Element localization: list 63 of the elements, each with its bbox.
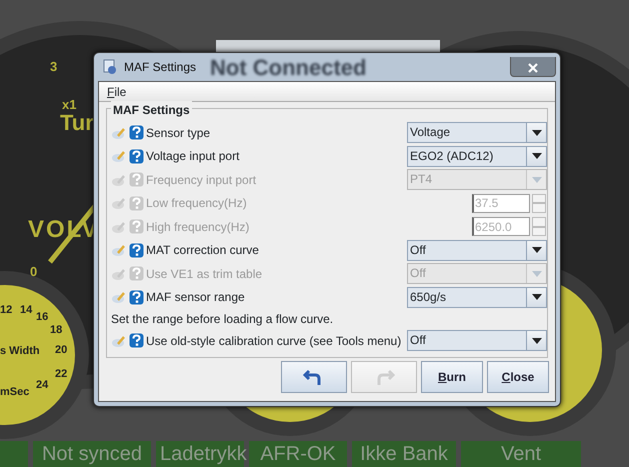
gauge-number: 3 bbox=[50, 60, 58, 73]
dropdown[interactable]: Off bbox=[407, 330, 547, 352]
menu-item[interactable]: File bbox=[105, 82, 128, 100]
field-label: Low frequency(Hz) bbox=[146, 195, 247, 212]
gauge-number: 20 bbox=[55, 345, 68, 356]
window-title: MAF Settings bbox=[124, 59, 196, 76]
undo-button[interactable] bbox=[281, 361, 347, 393]
gauge-label: s Width bbox=[0, 346, 40, 357]
help-icon[interactable] bbox=[129, 148, 144, 164]
group-title: MAF Settings bbox=[111, 101, 192, 119]
status-cell: AFR-OK bbox=[249, 441, 347, 467]
app-icon bbox=[102, 59, 118, 75]
pencil-icon bbox=[111, 172, 127, 187]
pencil-icon bbox=[111, 196, 127, 210]
field-label: Frequency input port bbox=[146, 172, 256, 189]
pencil-icon bbox=[111, 126, 127, 140]
status-cell bbox=[0, 441, 28, 467]
gauge-label: mSec bbox=[0, 387, 30, 398]
field-label: High frequency(Hz) bbox=[146, 218, 250, 236]
gauge-number: 16 bbox=[36, 312, 48, 323]
close-icon bbox=[528, 62, 538, 73]
dialog-button[interactable]: Burn bbox=[421, 361, 483, 393]
status-cell: Vent bbox=[461, 441, 581, 467]
status-cell: Not synced bbox=[33, 441, 151, 467]
caret-icon bbox=[532, 130, 542, 136]
help-icon[interactable] bbox=[129, 125, 144, 140]
hint-text: Set the range before loading a flow curve. bbox=[111, 311, 334, 328]
gauge-number: 12 bbox=[0, 305, 12, 316]
gauge-number: 22 bbox=[55, 369, 68, 380]
gauge-number: 14 bbox=[20, 305, 32, 316]
help-icon[interactable] bbox=[129, 333, 144, 348]
gauge-number: 24 bbox=[36, 380, 48, 391]
field-label: Use VE1 as trim table bbox=[146, 266, 262, 283]
caret-icon bbox=[532, 176, 542, 183]
pencil-icon bbox=[111, 220, 127, 234]
field-label: Voltage input port bbox=[146, 148, 240, 166]
pencil-icon bbox=[111, 290, 127, 304]
pencil-icon bbox=[111, 334, 127, 348]
banner-text: Not Connected bbox=[210, 54, 366, 82]
pencil-icon bbox=[111, 243, 127, 258]
gauge-number: 18 bbox=[50, 325, 62, 336]
gauge-number: x1 bbox=[62, 98, 76, 111]
pencil-icon bbox=[111, 266, 127, 281]
gauge-number: 0 bbox=[30, 265, 38, 278]
caret-icon bbox=[532, 247, 542, 254]
help-icon[interactable] bbox=[129, 242, 144, 258]
status-cell: Ikke Bank bbox=[352, 441, 456, 467]
caret-icon bbox=[532, 153, 542, 160]
dropdown[interactable]: 650g/s bbox=[407, 286, 547, 308]
gauge-label: Tur bbox=[60, 112, 94, 134]
field-label: Sensor type bbox=[146, 124, 210, 142]
field-label: MAT correction curve bbox=[146, 242, 259, 260]
dialog-button[interactable]: Close bbox=[487, 361, 549, 393]
field-label: MAF sensor range bbox=[146, 289, 245, 306]
pencil-icon bbox=[111, 149, 127, 164]
caret-icon bbox=[532, 338, 542, 344]
field-label: Use old-style calibration curve (see Tools menu) bbox=[146, 332, 402, 350]
close-button[interactable] bbox=[510, 57, 556, 77]
dropdown[interactable]: EGO2 (ADC12) bbox=[407, 146, 547, 167]
caret-icon bbox=[532, 294, 542, 300]
dropdown[interactable]: Voltage bbox=[407, 122, 547, 144]
dropdown[interactable]: Off bbox=[407, 240, 547, 261]
help-icon[interactable] bbox=[129, 290, 144, 305]
